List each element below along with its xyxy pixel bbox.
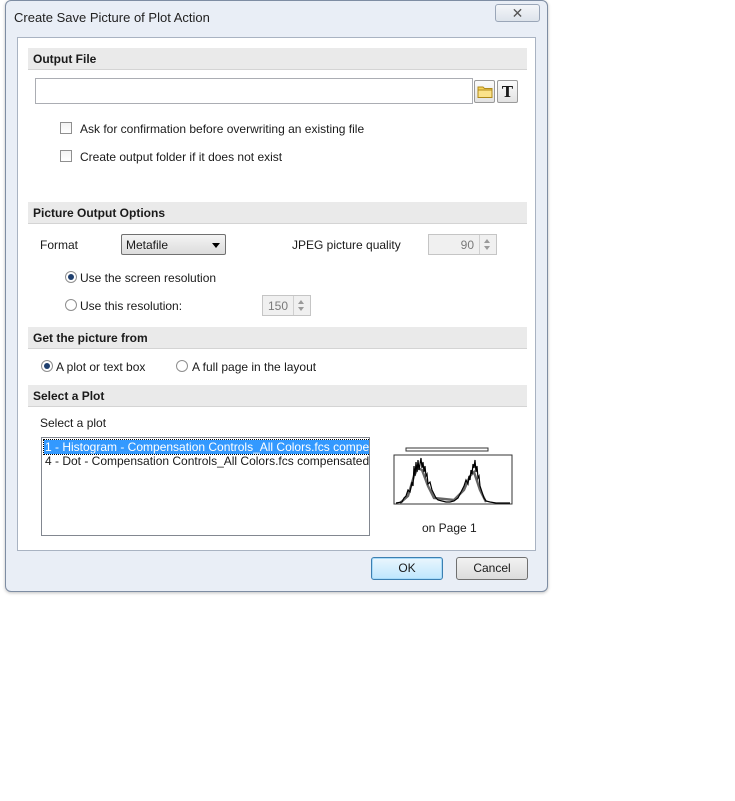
preview-caption: on Page 1 <box>422 521 477 535</box>
dialog-window: Create Save Picture of Plot Action ✕ Out… <box>5 0 548 592</box>
spin-down-icon <box>298 307 304 311</box>
plot-or-text-radio[interactable] <box>41 360 53 372</box>
jpeg-quality-spinner[interactable]: 90 <box>428 234 497 255</box>
full-page-radio[interactable] <box>176 360 188 372</box>
picture-source-header: Get the picture from <box>28 327 527 349</box>
select-plot-header: Select a Plot <box>28 385 527 407</box>
spin-up-icon <box>484 239 490 243</box>
this-resolution-label: Use this resolution: <box>80 299 183 313</box>
text-icon: T <box>501 82 514 101</box>
this-resolution-radio[interactable] <box>65 299 77 311</box>
browse-folder-button[interactable] <box>474 80 495 103</box>
close-icon: ✕ <box>511 4 524 21</box>
jpeg-quality-label: JPEG picture quality <box>292 238 401 252</box>
confirm-overwrite-label: Ask for confirmation before overwriting … <box>80 122 365 136</box>
jpeg-quality-value: 90 <box>460 238 474 252</box>
full-page-label: A full page in the layout <box>192 360 317 374</box>
dialog-body: Output File T Ask for confirmation befor… <box>17 37 536 551</box>
confirm-overwrite-checkbox[interactable] <box>60 122 72 134</box>
spin-up-icon <box>298 300 304 304</box>
cancel-button[interactable]: Cancel <box>456 557 528 580</box>
spin-down-icon <box>484 246 490 250</box>
text-token-button[interactable]: T <box>497 80 518 103</box>
screen-resolution-radio[interactable] <box>65 271 77 283</box>
resolution-value: 150 <box>267 299 288 313</box>
format-select-value: Metafile <box>126 238 169 252</box>
spinner-buttons[interactable] <box>293 296 310 315</box>
ok-button[interactable]: OK <box>371 557 443 580</box>
list-item[interactable]: 1 - Histogram - Compensation Controls_Al… <box>42 439 369 455</box>
plot-or-text-label: A plot or text box <box>56 360 146 374</box>
spinner-buttons[interactable] <box>479 235 496 254</box>
folder-icon <box>477 86 492 98</box>
resolution-spinner[interactable]: 150 <box>262 295 311 316</box>
list-item[interactable]: 4 - Dot - Compensation Controls_All Colo… <box>44 454 369 468</box>
select-plot-label: Select a plot <box>40 416 107 430</box>
output-file-header: Output File <box>28 48 527 70</box>
format-label: Format <box>40 238 79 252</box>
plot-listbox[interactable]: 1 - Histogram - Compensation Controls_Al… <box>41 437 370 536</box>
window-title: Create Save Picture of Plot Action <box>14 10 210 25</box>
screen-resolution-label: Use the screen resolution <box>80 271 217 285</box>
create-folder-label: Create output folder if it does not exis… <box>80 150 283 164</box>
close-button[interactable]: ✕ <box>495 4 540 22</box>
output-path-input[interactable] <box>35 78 473 104</box>
plot-preview-thumbnail <box>393 447 513 505</box>
chevron-down-icon <box>212 243 220 248</box>
format-select[interactable]: Metafile <box>121 234 226 255</box>
create-folder-checkbox[interactable] <box>60 150 72 162</box>
picture-options-header: Picture Output Options <box>28 202 527 224</box>
